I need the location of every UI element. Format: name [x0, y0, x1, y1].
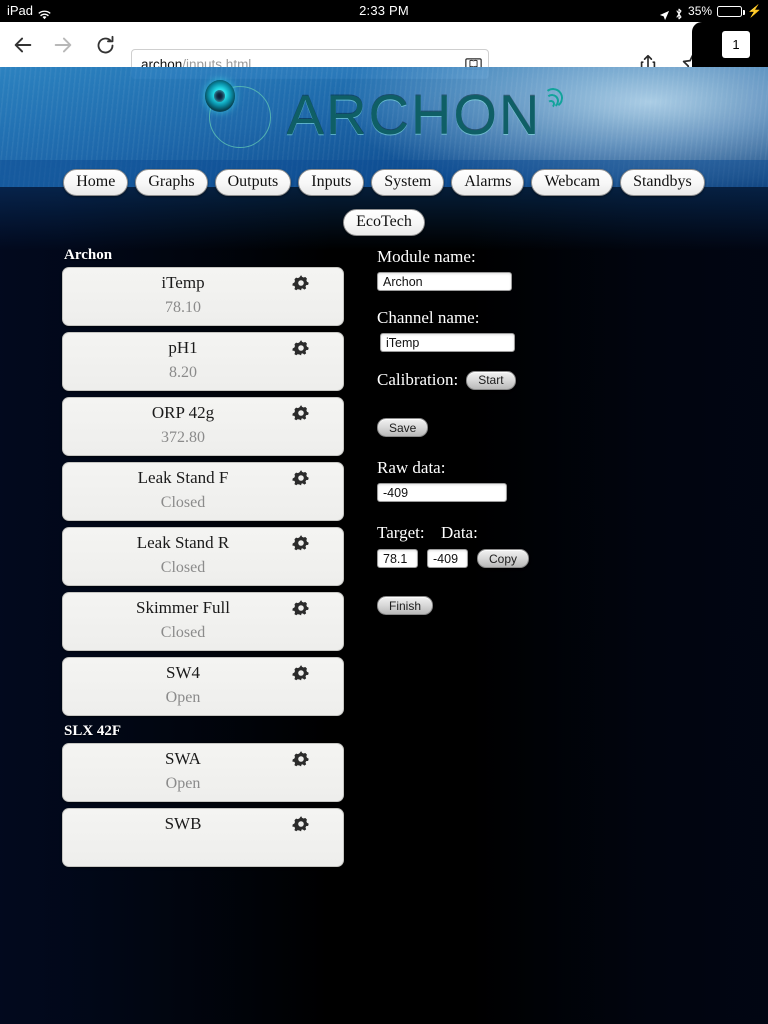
channel-name: iTemp — [161, 273, 205, 292]
gear-icon[interactable] — [292, 469, 310, 487]
browser-toolbar: archon/inputs.html 1 — [0, 22, 768, 79]
raw-data-label: Raw data: — [377, 458, 446, 477]
channel-name: Skimmer Full — [136, 598, 230, 617]
finish-button[interactable]: Finish — [377, 596, 434, 615]
start-button[interactable]: Start — [466, 370, 516, 390]
target-data-row: 78.1 -409 Copy — [377, 549, 707, 568]
status-bar-clock: 2:33 PM — [359, 3, 409, 18]
list-item[interactable]: Skimmer Full Closed — [62, 592, 344, 651]
tab-count-badge[interactable]: 1 — [722, 31, 750, 58]
brand-wordmark: ARCHON — [286, 82, 542, 146]
list-item[interactable]: ORP 42g 372.80 — [62, 397, 344, 456]
nav-item-home[interactable]: Home — [63, 169, 129, 196]
channel-name: pH1 — [168, 338, 198, 357]
list-item[interactable]: Leak Stand R Closed — [62, 527, 344, 586]
nav-item-outputs[interactable]: Outputs — [214, 169, 292, 196]
battery-icon — [717, 5, 745, 17]
channel-value: Closed — [160, 494, 206, 511]
site-logo: ARCHON — [0, 75, 768, 153]
target-input[interactable]: 78.1 — [377, 549, 418, 568]
gear-icon[interactable] — [292, 534, 310, 552]
raw-data-input[interactable]: -409 — [377, 483, 507, 502]
channel-detail-form: Module name: Archon Channel name: iTemp … — [377, 247, 707, 615]
main-nav-row-2: EcoTech — [0, 209, 768, 236]
data-input[interactable]: -409 — [427, 549, 468, 568]
channel-value: Open — [165, 689, 201, 706]
gear-icon[interactable] — [292, 750, 310, 768]
nav-item-inputs[interactable]: Inputs — [298, 169, 365, 196]
channel-name-input[interactable]: iTemp — [380, 333, 515, 352]
list-item[interactable]: SWB — [62, 808, 344, 867]
channel-value: 372.80 — [161, 429, 205, 446]
gear-icon[interactable] — [292, 339, 310, 357]
forward-button[interactable] — [48, 30, 78, 60]
channel-name: SWB — [164, 814, 202, 833]
gear-icon[interactable] — [292, 274, 310, 292]
copy-button[interactable]: Copy — [477, 549, 530, 568]
gear-icon[interactable] — [292, 599, 310, 617]
signal-waves-icon — [542, 84, 571, 144]
calibration-label: Calibration: — [377, 370, 459, 389]
archon-logo-icon — [197, 78, 283, 150]
channel-value: 8.20 — [169, 364, 197, 381]
save-button[interactable]: Save — [377, 418, 429, 437]
gear-icon[interactable] — [292, 815, 310, 833]
gear-icon[interactable] — [292, 404, 310, 422]
reload-button[interactable] — [90, 30, 120, 60]
target-data-labels: Target: Data: — [377, 523, 707, 543]
screen: iPad 2:33 PM 35% ⚡ archon/inputs.html 1 … — [0, 0, 768, 1024]
channel-name: ORP 42g — [151, 403, 215, 422]
reload-icon — [97, 35, 113, 53]
nav-item-system[interactable]: System — [371, 169, 445, 196]
target-label: Target: — [377, 523, 425, 542]
channel-name: Leak Stand F — [137, 468, 229, 487]
list-item[interactable]: iTemp 78.10 — [62, 267, 344, 326]
channel-name: SW4 — [166, 663, 200, 682]
back-arrow-icon — [14, 37, 32, 53]
list-item[interactable]: pH1 8.20 — [62, 332, 344, 391]
module-name-input[interactable]: Archon — [377, 272, 512, 291]
channel-name: SWA — [165, 749, 201, 768]
group-title-slx42f: SLX 42F — [64, 723, 122, 739]
list-item[interactable]: Leak Stand F Closed — [62, 462, 344, 521]
gear-icon[interactable] — [292, 664, 310, 682]
forward-arrow-icon — [54, 37, 72, 53]
main-nav-row-1: Home Graphs Outputs Inputs System Alarms… — [0, 169, 768, 196]
channel-value: Closed — [160, 624, 206, 641]
back-button[interactable] — [8, 30, 38, 60]
channel-value: 78.10 — [165, 299, 201, 316]
list-item[interactable]: SWA Open — [62, 743, 344, 802]
nav-item-webcam[interactable]: Webcam — [531, 169, 614, 196]
group-title-archon: Archon — [64, 247, 113, 263]
data-label: Data: — [441, 523, 478, 542]
ios-status-bar: iPad 2:33 PM 35% ⚡ — [0, 0, 768, 22]
nav-item-ecotech[interactable]: EcoTech — [343, 209, 425, 236]
channel-list: Archon iTemp 78.10 pH1 8.20 ORP 42g 372.… — [62, 247, 344, 873]
channel-name: Leak Stand R — [136, 533, 230, 552]
tab-strip: 1 — [692, 22, 768, 67]
channel-name-label: Channel name: — [377, 308, 480, 327]
channel-value: Open — [165, 775, 201, 792]
list-item[interactable]: SW4 Open — [62, 657, 344, 716]
channel-value: Closed — [160, 559, 206, 576]
nav-item-standbys[interactable]: Standbys — [620, 169, 705, 196]
module-name-label: Module name: — [377, 247, 476, 266]
nav-item-graphs[interactable]: Graphs — [135, 169, 208, 196]
calibration-row: Calibration: Start — [377, 370, 707, 390]
nav-item-alarms[interactable]: Alarms — [451, 169, 525, 196]
